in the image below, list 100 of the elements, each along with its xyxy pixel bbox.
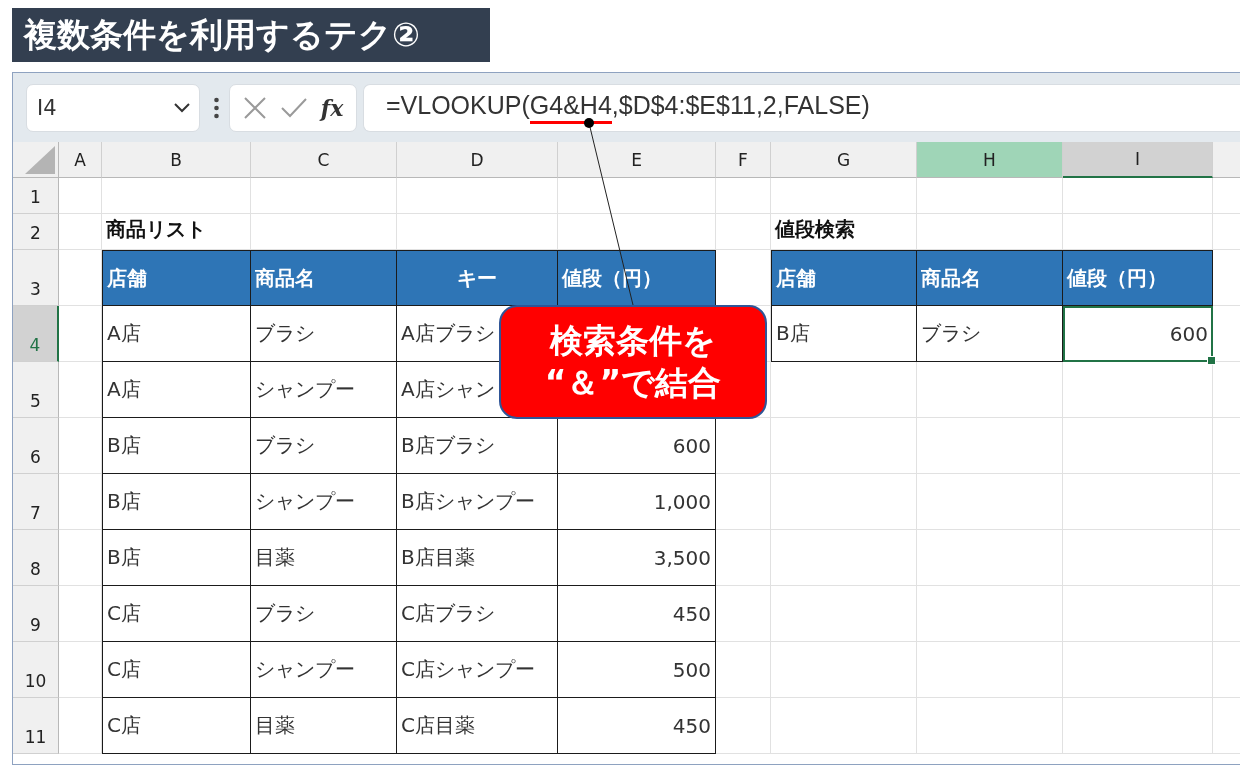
table-cell[interactable]: A店 xyxy=(102,362,251,418)
row-header[interactable]: 11 xyxy=(13,698,59,754)
grid-cell[interactable] xyxy=(917,178,1063,214)
grid-cell[interactable] xyxy=(771,418,917,474)
grid-cell[interactable] xyxy=(716,698,771,754)
grid-cell[interactable] xyxy=(1063,418,1213,474)
grid-cell[interactable] xyxy=(1063,362,1213,418)
table-cell[interactable]: B店 xyxy=(102,530,251,586)
insert-function-button[interactable]: fx xyxy=(320,94,344,121)
table-cell[interactable]: C店ブラシ xyxy=(397,586,558,642)
grid-cell[interactable] xyxy=(716,214,771,250)
table-cell[interactable]: B店 xyxy=(102,418,251,474)
grid-cell[interactable] xyxy=(917,698,1063,754)
column-header[interactable]: G xyxy=(771,142,917,178)
row-header[interactable]: 5 xyxy=(13,362,59,418)
grid-cell[interactable] xyxy=(716,474,771,530)
column-header[interactable]: E xyxy=(558,142,716,178)
row-header[interactable]: 3 xyxy=(13,250,59,306)
table-cell[interactable]: 3,500 xyxy=(558,530,716,586)
grid-cell[interactable] xyxy=(771,474,917,530)
table-cell[interactable]: ブラシ xyxy=(251,306,397,362)
table-cell[interactable]: B店シャンプー xyxy=(397,474,558,530)
grid-cell[interactable] xyxy=(716,178,771,214)
grid-cell[interactable] xyxy=(917,418,1063,474)
table-cell[interactable]: シャンプー xyxy=(251,642,397,698)
grid-cell[interactable] xyxy=(59,530,102,586)
grid-cell[interactable] xyxy=(716,586,771,642)
table-cell[interactable]: 目薬 xyxy=(251,698,397,754)
row-header[interactable]: 4 xyxy=(13,306,59,362)
table-cell[interactable]: C店目薬 xyxy=(397,698,558,754)
table-cell[interactable]: ブラシ xyxy=(251,418,397,474)
column-header[interactable]: D xyxy=(397,142,558,178)
grid-cell[interactable] xyxy=(59,474,102,530)
table-cell[interactable]: シャンプー xyxy=(251,362,397,418)
checkmark-icon[interactable] xyxy=(279,96,308,119)
table-cell[interactable]: B店 xyxy=(102,474,251,530)
grid-cell[interactable] xyxy=(771,362,917,418)
table-cell[interactable]: 1,000 xyxy=(558,474,716,530)
table-cell[interactable]: C店 xyxy=(102,698,251,754)
table-cell[interactable]: 600 xyxy=(1063,306,1213,362)
grid-cell[interactable] xyxy=(558,178,716,214)
grid-cell[interactable] xyxy=(59,698,102,754)
grid-cell[interactable] xyxy=(59,306,102,362)
grid-cell[interactable] xyxy=(59,586,102,642)
grid-cell[interactable] xyxy=(1063,530,1213,586)
grid-cell[interactable] xyxy=(59,642,102,698)
table-cell[interactable]: A店 xyxy=(102,306,251,362)
column-header[interactable]: F xyxy=(716,142,771,178)
table-cell[interactable]: 450 xyxy=(558,586,716,642)
grid-cell[interactable] xyxy=(771,698,917,754)
column-header[interactable]: H xyxy=(917,142,1063,178)
column-header[interactable] xyxy=(1213,142,1240,178)
table-cell[interactable]: C店 xyxy=(102,586,251,642)
grid-cell[interactable] xyxy=(59,362,102,418)
grid-cell[interactable] xyxy=(1063,642,1213,698)
grid-cell[interactable] xyxy=(917,362,1063,418)
grid-cell[interactable] xyxy=(917,474,1063,530)
cancel-icon[interactable] xyxy=(242,95,267,120)
table-cell[interactable]: シャンプー xyxy=(251,474,397,530)
grid-cell[interactable] xyxy=(59,214,102,250)
table-cell[interactable]: B店 xyxy=(771,306,917,362)
name-box[interactable]: I4 xyxy=(26,83,200,132)
grid-cell[interactable] xyxy=(771,178,917,214)
grid-cell[interactable] xyxy=(102,178,251,214)
grid-cell[interactable] xyxy=(771,642,917,698)
more-options-icon[interactable] xyxy=(214,96,219,119)
select-all-button[interactable] xyxy=(13,142,59,178)
column-header[interactable]: C xyxy=(251,142,397,178)
grid-cell[interactable] xyxy=(716,530,771,586)
grid-cell[interactable] xyxy=(59,178,102,214)
fill-handle[interactable] xyxy=(1207,356,1216,365)
table-cell[interactable]: ブラシ xyxy=(251,586,397,642)
grid-cell[interactable] xyxy=(1063,698,1213,754)
row-header[interactable]: 7 xyxy=(13,474,59,530)
grid-cell[interactable] xyxy=(917,530,1063,586)
row-header[interactable]: 9 xyxy=(13,586,59,642)
row-header[interactable]: 2 xyxy=(13,214,59,250)
table-cell[interactable]: ブラシ xyxy=(917,306,1063,362)
table-cell[interactable]: 450 xyxy=(558,698,716,754)
column-header[interactable]: I xyxy=(1063,142,1213,178)
grid-cell[interactable] xyxy=(1063,586,1213,642)
grid-cell[interactable] xyxy=(59,418,102,474)
grid-cell[interactable] xyxy=(251,178,397,214)
row-header[interactable]: 8 xyxy=(13,530,59,586)
row-header[interactable]: 1 xyxy=(13,178,59,214)
row-header[interactable]: 10 xyxy=(13,642,59,698)
row-header[interactable]: 6 xyxy=(13,418,59,474)
grid-cell[interactable] xyxy=(716,642,771,698)
column-header[interactable]: A xyxy=(59,142,102,178)
formula-field[interactable]: =VLOOKUP(G4&H4,$D$4:$E$11,2,FALSE) xyxy=(363,83,1240,132)
table-cell[interactable]: B店目薬 xyxy=(397,530,558,586)
grid-cell[interactable] xyxy=(771,530,917,586)
grid-cell[interactable] xyxy=(1063,178,1213,214)
table-cell[interactable]: 500 xyxy=(558,642,716,698)
table-cell[interactable]: 目薬 xyxy=(251,530,397,586)
grid-cell[interactable] xyxy=(397,178,558,214)
grid-cell[interactable] xyxy=(917,642,1063,698)
table-cell[interactable]: C店 xyxy=(102,642,251,698)
grid-cell[interactable] xyxy=(917,586,1063,642)
column-header[interactable]: B xyxy=(102,142,251,178)
